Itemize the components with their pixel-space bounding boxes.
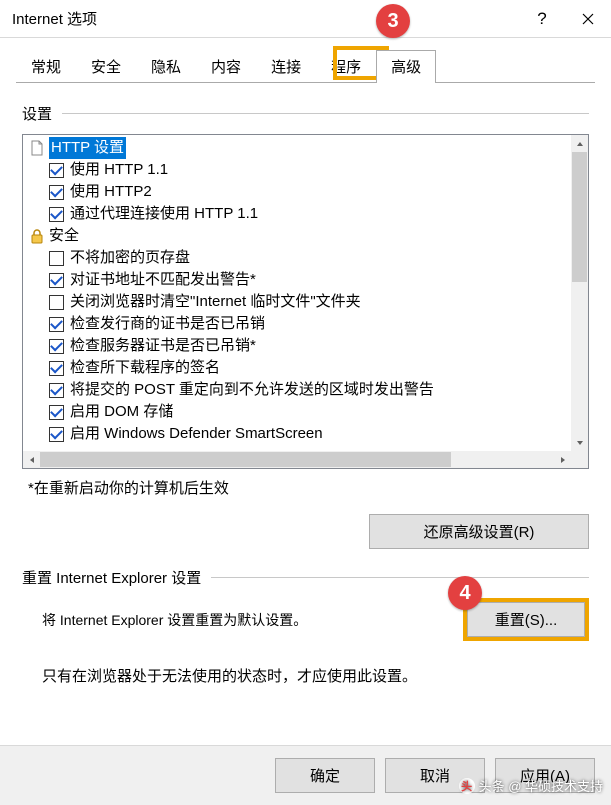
tab-programs[interactable]: 程序: [316, 50, 376, 82]
settings-group-header: 设置: [22, 103, 589, 124]
hscroll-thumb[interactable]: [40, 452, 451, 467]
annotation-badge-4: 4: [448, 576, 482, 610]
checkbox[interactable]: [49, 405, 64, 420]
tab-general[interactable]: 常规: [16, 50, 76, 82]
tree-item-label: 启用 DOM 存储: [70, 401, 173, 423]
checkbox[interactable]: [49, 273, 64, 288]
tree-row[interactable]: 检查所下载程序的签名: [23, 357, 571, 379]
horizontal-scrollbar[interactable]: [23, 451, 571, 468]
tree-item-label: 检查所下载程序的签名: [70, 357, 220, 379]
vertical-scrollbar[interactable]: [571, 135, 588, 451]
tree-row[interactable]: 关闭浏览器时清空"Internet 临时文件"文件夹: [23, 291, 571, 313]
tab-bar: 常规 安全 隐私 内容 连接 程序 高级: [0, 38, 611, 82]
checkbox[interactable]: [49, 339, 64, 354]
tree-row[interactable]: 检查发行商的证书是否已吊销: [23, 313, 571, 335]
tab-advanced[interactable]: 高级: [376, 50, 436, 83]
watermark-text: 头条 @ 华硕技术支持: [479, 776, 603, 795]
advanced-pane: 设置 HTTP 设置使用 HTTP 1.1使用 HTTP2通过代理连接使用 HT…: [0, 83, 611, 686]
tree-row[interactable]: 通过代理连接使用 HTTP 1.1: [23, 203, 571, 225]
titlebar: Internet 选项 ?: [0, 0, 611, 38]
tree-row[interactable]: 将提交的 POST 重定向到不允许发送的区域时发出警告: [23, 379, 571, 401]
tree-item-label: 将提交的 POST 重定向到不允许发送的区域时发出警告: [70, 379, 434, 401]
divider: [62, 113, 589, 114]
checkbox[interactable]: [49, 295, 64, 310]
scroll-left-icon[interactable]: [23, 451, 40, 468]
tab-content[interactable]: 内容: [196, 50, 256, 82]
checkbox[interactable]: [49, 317, 64, 332]
checkbox[interactable]: [49, 163, 64, 178]
tree-row[interactable]: 启用 DOM 存储: [23, 401, 571, 423]
watermark-icon: 头: [459, 778, 475, 794]
tree-item-label: 关闭浏览器时清空"Internet 临时文件"文件夹: [70, 291, 361, 313]
tab-connections[interactable]: 连接: [256, 50, 316, 82]
ok-button[interactable]: 确定: [275, 758, 375, 793]
tree-row[interactable]: 使用 HTTP2: [23, 181, 571, 203]
tree-item-label: 使用 HTTP2: [70, 181, 152, 203]
tree-row[interactable]: 安全: [23, 225, 571, 247]
scroll-up-icon[interactable]: [571, 135, 588, 152]
checkbox[interactable]: [49, 251, 64, 266]
tree-item-label: 不将加密的页存盘: [70, 247, 190, 269]
reset-hint: 只有在浏览器处于无法使用的状态时，才应使用此设置。: [42, 665, 589, 686]
tree-item-label: 通过代理连接使用 HTTP 1.1: [70, 203, 258, 225]
help-button[interactable]: ?: [519, 0, 565, 38]
tree-header-label: 安全: [49, 225, 79, 247]
scroll-thumb[interactable]: [572, 152, 587, 282]
tree-row[interactable]: 启用 Windows Defender SmartScreen: [23, 423, 571, 445]
tree-row[interactable]: 对证书地址不匹配发出警告*: [23, 269, 571, 291]
lock-icon: [29, 228, 45, 244]
reset-button[interactable]: 重置(S)...: [467, 602, 585, 637]
reset-description: 将 Internet Explorer 设置重置为默认设置。: [42, 610, 463, 630]
checkbox[interactable]: [49, 427, 64, 442]
tree-item-label: 对证书地址不匹配发出警告*: [70, 269, 256, 291]
scroll-corner: [571, 451, 588, 468]
page-icon: [29, 140, 45, 156]
scroll-right-icon[interactable]: [554, 451, 571, 468]
reset-group-header: 重置 Internet Explorer 设置: [22, 567, 589, 588]
tab-security[interactable]: 安全: [76, 50, 136, 82]
reset-group-label: 重置 Internet Explorer 设置: [22, 567, 201, 588]
dialog-footer: 确定 取消 应用(A): [0, 745, 611, 805]
tree-row[interactable]: 不将加密的页存盘: [23, 247, 571, 269]
watermark: 头 头条 @ 华硕技术支持: [459, 776, 603, 795]
annotation-badge-3: 3: [376, 4, 410, 38]
close-icon: [582, 13, 594, 25]
tree-item-label: 使用 HTTP 1.1: [70, 159, 168, 181]
tree-item-label: 启用 Windows Defender SmartScreen: [70, 423, 323, 445]
tree-row[interactable]: HTTP 设置: [23, 137, 571, 159]
restore-defaults-button[interactable]: 还原高级设置(R): [369, 514, 589, 549]
tree-row[interactable]: 检查服务器证书是否已吊销*: [23, 335, 571, 357]
window-title: Internet 选项: [12, 8, 519, 29]
checkbox[interactable]: [49, 185, 64, 200]
checkbox[interactable]: [49, 383, 64, 398]
tree-item-label: 检查服务器证书是否已吊销*: [70, 335, 256, 357]
tree-row[interactable]: 使用 HTTP 1.1: [23, 159, 571, 181]
checkbox[interactable]: [49, 207, 64, 222]
tree-header-label: HTTP 设置: [49, 137, 126, 159]
settings-group-label: 设置: [22, 103, 52, 124]
settings-tree[interactable]: HTTP 设置使用 HTTP 1.1使用 HTTP2通过代理连接使用 HTTP …: [22, 134, 589, 469]
checkbox[interactable]: [49, 361, 64, 376]
tree-item-label: 检查发行商的证书是否已吊销: [70, 313, 265, 335]
scroll-down-icon[interactable]: [571, 434, 588, 451]
divider: [211, 577, 589, 578]
restart-note: *在重新启动你的计算机后生效: [28, 477, 589, 498]
tab-privacy[interactable]: 隐私: [136, 50, 196, 82]
reset-button-highlight: 重置(S)...: [463, 598, 589, 641]
close-button[interactable]: [565, 0, 611, 38]
